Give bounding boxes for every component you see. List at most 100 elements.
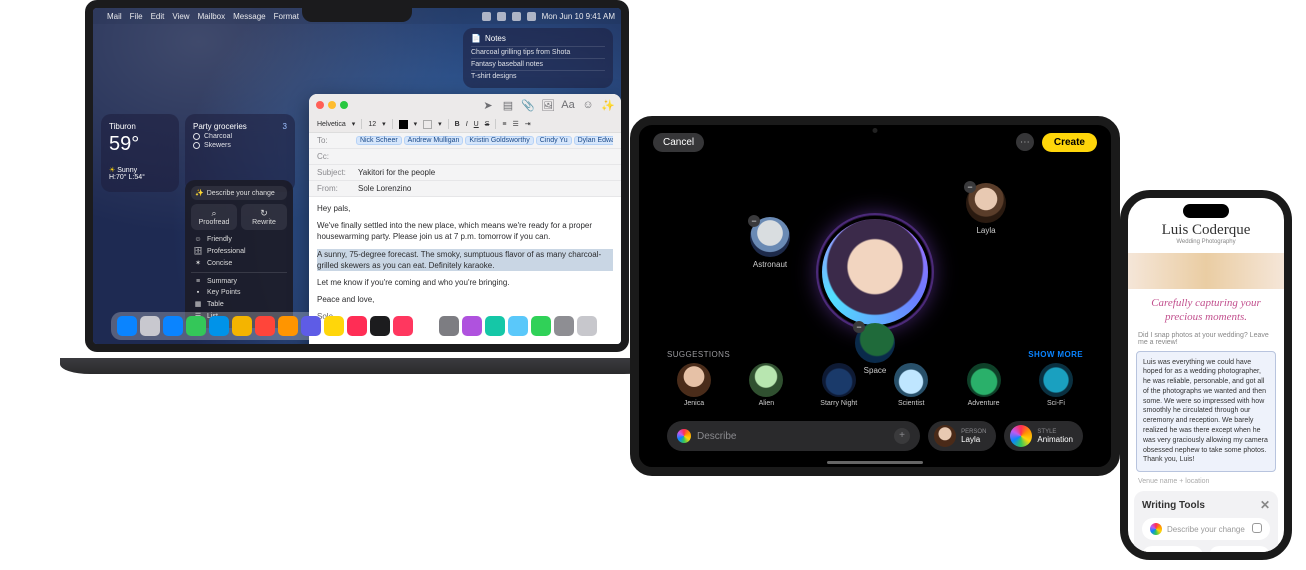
close-icon[interactable]: ✕ bbox=[1260, 498, 1270, 512]
dock-app[interactable] bbox=[209, 316, 229, 336]
close-button[interactable] bbox=[316, 101, 324, 109]
font-size[interactable]: 12 bbox=[368, 121, 376, 128]
align-icon[interactable]: ≡ bbox=[502, 121, 506, 128]
italic-button[interactable]: I bbox=[466, 121, 468, 128]
tone-professional[interactable]: 🗄Professional bbox=[191, 245, 287, 257]
create-button[interactable]: Create bbox=[1042, 133, 1097, 152]
tone-concise[interactable]: ✶Concise bbox=[191, 257, 287, 269]
proofread-button[interactable]: ⌕Proofread bbox=[1142, 546, 1203, 552]
home-indicator[interactable] bbox=[827, 461, 923, 464]
tone-friendly[interactable]: ☺Friendly bbox=[191, 234, 287, 245]
dock-app[interactable] bbox=[577, 316, 597, 336]
suggestion-item[interactable]: Starry Night bbox=[812, 363, 866, 407]
notes-widget[interactable]: 📄Notes Charcoal grilling tips from Shota… bbox=[463, 28, 613, 88]
dock-app[interactable] bbox=[186, 316, 206, 336]
menubar-item[interactable]: Format bbox=[274, 12, 299, 21]
main-avatar[interactable] bbox=[819, 216, 931, 328]
cancel-button[interactable]: Cancel bbox=[653, 133, 704, 152]
list-icon[interactable]: ☰ bbox=[513, 120, 519, 128]
checkbox-icon[interactable] bbox=[193, 142, 200, 149]
orbit-layla[interactable]: − Layla bbox=[957, 183, 1015, 235]
text-color[interactable] bbox=[399, 120, 408, 129]
suggestion-item[interactable]: Alien bbox=[739, 363, 793, 407]
dock-app[interactable] bbox=[393, 316, 413, 336]
search-icon[interactable] bbox=[512, 12, 521, 21]
emoji-icon[interactable]: ☺ bbox=[582, 99, 594, 111]
recipient-pill[interactable]: Kristin Goldsworthy bbox=[465, 136, 533, 145]
sparkle-icon[interactable]: ✨ bbox=[602, 99, 614, 111]
show-more-button[interactable]: SHOW MORE bbox=[1028, 350, 1083, 359]
proofread-button[interactable]: ⌕Proofread bbox=[191, 204, 237, 230]
describe-change-input[interactable]: ✨Describe your change bbox=[191, 186, 287, 200]
suggestion-item[interactable]: Sci-Fi bbox=[1029, 363, 1083, 407]
orbit-astronaut[interactable]: − Astronaut bbox=[741, 217, 799, 269]
dock-app[interactable] bbox=[163, 316, 183, 336]
dock-app[interactable] bbox=[370, 316, 390, 336]
checkbox-icon[interactable] bbox=[193, 133, 200, 140]
person-chip[interactable]: PERSONLayla bbox=[928, 421, 996, 451]
from-field[interactable]: From:Sole Lorenzino bbox=[309, 181, 621, 197]
remove-icon[interactable]: − bbox=[853, 321, 865, 333]
dock-app[interactable] bbox=[232, 316, 252, 336]
minimize-button[interactable] bbox=[328, 101, 336, 109]
send-icon[interactable]: ➤ bbox=[482, 99, 494, 111]
rewrite-button[interactable]: ↻Rewrite bbox=[241, 204, 287, 230]
bold-button[interactable]: B bbox=[455, 121, 460, 128]
control-center-icon[interactable] bbox=[527, 12, 536, 21]
menubar-item[interactable]: Message bbox=[233, 12, 265, 21]
attach-icon[interactable]: 📎 bbox=[522, 99, 534, 111]
rewrite-button[interactable]: ↻Rewrite bbox=[1209, 546, 1270, 552]
recipient-pill[interactable]: Cindy Yu bbox=[536, 136, 572, 145]
review-textarea[interactable]: Luis was everything we could have hoped … bbox=[1136, 351, 1276, 473]
header-toggle-icon[interactable]: ▤ bbox=[502, 99, 514, 111]
transform-table[interactable]: ▦Table bbox=[191, 298, 287, 310]
dock-app[interactable] bbox=[347, 316, 367, 336]
menubar-clock[interactable]: Mon Jun 10 9:41 AM bbox=[542, 12, 615, 21]
wifi-icon[interactable] bbox=[497, 12, 506, 21]
menubar-app[interactable]: Mail bbox=[107, 12, 122, 21]
font-select[interactable]: Helvetica bbox=[317, 121, 346, 128]
remove-icon[interactable]: − bbox=[964, 181, 976, 193]
dock-app[interactable] bbox=[508, 316, 528, 336]
dock-app[interactable] bbox=[416, 316, 436, 336]
zoom-button[interactable] bbox=[340, 101, 348, 109]
to-field[interactable]: To: Nick Scheer Andrew Mulligan Kristin … bbox=[309, 133, 621, 149]
note-item[interactable]: T-shirt designs bbox=[471, 70, 605, 82]
menubar-item[interactable]: File bbox=[130, 12, 143, 21]
transform-keypoints[interactable]: ▪Key Points bbox=[191, 287, 287, 298]
suggestion-item[interactable]: Adventure bbox=[957, 363, 1011, 407]
more-icon[interactable]: ⋯ bbox=[1016, 133, 1034, 151]
transform-summary[interactable]: ≡Summary bbox=[191, 276, 287, 287]
dock-app[interactable] bbox=[439, 316, 459, 336]
bg-color[interactable] bbox=[423, 120, 432, 129]
menubar-item[interactable]: Edit bbox=[151, 12, 165, 21]
venue-input[interactable]: Venue name + location bbox=[1128, 478, 1284, 485]
cc-field[interactable]: Cc: bbox=[309, 149, 621, 165]
dock-app[interactable] bbox=[531, 316, 551, 336]
suggestion-item[interactable]: Jenica bbox=[667, 363, 721, 407]
remove-icon[interactable]: − bbox=[748, 215, 760, 227]
dock-app[interactable] bbox=[255, 316, 275, 336]
underline-button[interactable]: U bbox=[474, 121, 479, 128]
suggestion-item[interactable]: Scientist bbox=[884, 363, 938, 407]
strike-button[interactable]: S bbox=[485, 121, 490, 128]
recipient-pill[interactable]: Nick Scheer bbox=[356, 136, 402, 145]
photo-icon[interactable]: 🖼 bbox=[542, 99, 554, 111]
format-icon[interactable]: Aa bbox=[562, 99, 574, 111]
note-item[interactable]: Charcoal grilling tips from Shota bbox=[471, 46, 605, 58]
note-item[interactable]: Fantasy baseball notes bbox=[471, 58, 605, 70]
weather-widget[interactable]: Tiburon 59° ☀︎ Sunny H:70° L:54° bbox=[101, 114, 179, 192]
subject-field[interactable]: Subject:Yakitori for the people bbox=[309, 165, 621, 181]
style-chip[interactable]: STYLEAnimation bbox=[1004, 421, 1083, 451]
dock-app[interactable] bbox=[462, 316, 482, 336]
dock-app[interactable] bbox=[278, 316, 298, 336]
dock-app[interactable] bbox=[301, 316, 321, 336]
dock-app[interactable] bbox=[554, 316, 574, 336]
dock-app[interactable] bbox=[324, 316, 344, 336]
dock-app[interactable] bbox=[117, 316, 137, 336]
dock-app[interactable] bbox=[485, 316, 505, 336]
mic-icon[interactable] bbox=[1252, 523, 1262, 535]
dock-app[interactable] bbox=[140, 316, 160, 336]
battery-icon[interactable] bbox=[482, 12, 491, 21]
describe-input[interactable]: Describe + bbox=[667, 421, 920, 451]
